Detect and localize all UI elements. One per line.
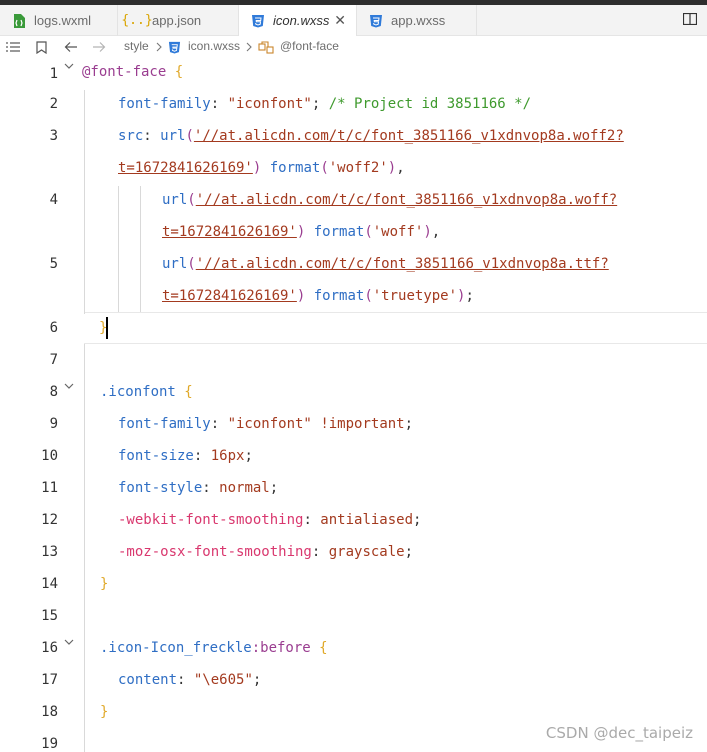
code-line-1: @font-face {	[82, 64, 184, 80]
editor-tab-bar: logs.wxml {..} app.json icon.wxss ✕ app.…	[0, 0, 707, 36]
tab-label: logs.wxml	[34, 13, 92, 28]
css-file-icon	[168, 40, 181, 54]
code-line-14: }	[100, 576, 109, 592]
text-cursor	[106, 317, 108, 339]
file-wxml-icon	[10, 12, 28, 30]
code-editor[interactable]: 1 2 3 4 5 6 7 8 9 10 11 12 13 14 15 16 1…	[0, 58, 707, 752]
split-editor-icon[interactable]	[682, 12, 698, 26]
indent-guide	[140, 186, 141, 312]
chevron-right-icon	[156, 40, 162, 54]
back-arrow-icon[interactable]	[64, 40, 78, 54]
line-number: 5	[49, 256, 58, 272]
chevron-down-icon[interactable]	[64, 636, 74, 646]
line-number: 14	[41, 576, 58, 592]
watermark: CSDN @dec_taipeiz	[545, 724, 693, 742]
line-number: 12	[41, 512, 58, 528]
tab-app-json[interactable]: {..} app.json	[118, 5, 239, 36]
line-number: 15	[41, 608, 58, 624]
indent-guide	[84, 90, 85, 314]
line-number: 8	[49, 384, 58, 400]
code-line-10: font-size: 16px;	[118, 448, 253, 464]
line-number: 11	[41, 480, 58, 496]
indent-guide	[84, 344, 85, 752]
breadcrumb-style[interactable]: style	[124, 39, 149, 53]
line-number: 16	[41, 640, 58, 656]
code-line-8: .iconfont {	[100, 384, 193, 400]
current-line-highlight	[84, 312, 707, 344]
breadcrumb-file[interactable]: icon.wxss	[188, 39, 240, 53]
line-number: 3	[49, 128, 58, 144]
code-line-12: -webkit-font-smoothing: antialiased;	[118, 512, 422, 528]
indent-guide	[118, 186, 119, 312]
line-number: 17	[41, 672, 58, 688]
close-icon[interactable]: ✕	[334, 13, 346, 27]
line-number: 6	[49, 320, 58, 336]
code-line-11: font-style: normal;	[118, 480, 279, 496]
chevron-down-icon[interactable]	[64, 380, 74, 390]
line-number: 7	[49, 352, 58, 368]
line-number: 4	[49, 192, 58, 208]
css-file-icon	[367, 12, 385, 30]
tab-label: icon.wxss	[273, 13, 330, 28]
line-number: 18	[41, 704, 58, 720]
breadcrumb: style icon.wxss @font-face	[0, 36, 707, 58]
line-number: 19	[41, 736, 58, 752]
line-number: 10	[41, 448, 58, 464]
breadcrumb-symbol[interactable]: @font-face	[280, 39, 339, 53]
bookmark-icon[interactable]	[36, 40, 47, 54]
line-number: 13	[41, 544, 58, 560]
line-number: 9	[49, 416, 58, 432]
tab-logs-wxml[interactable]: logs.wxml	[0, 5, 118, 36]
symbol-brackets-icon	[258, 40, 274, 54]
code-line-4: url('//at.alicdn.com/t/c/font_3851166_v1…	[162, 192, 618, 208]
code-line-3-wrap: t=1672841626169') format('woff2'),	[118, 160, 405, 176]
list-icon[interactable]	[6, 40, 20, 54]
tab-label: app.wxss	[391, 13, 446, 28]
chevron-right-icon	[246, 40, 252, 54]
code-line-2: font-family: "iconfont"; /* Project id 3…	[118, 96, 532, 112]
code-line-5-wrap: t=1672841626169') format('truetype');	[162, 288, 474, 304]
code-line-13: -moz-osx-font-smoothing: grayscale;	[118, 544, 414, 560]
code-line-4-wrap: t=1672841626169') format('woff'),	[162, 224, 441, 240]
code-line-3: src: url('//at.alicdn.com/t/c/font_38511…	[118, 128, 624, 144]
code-line-9: font-family: "iconfont" !important;	[118, 416, 414, 432]
json-braces-icon: {..}	[121, 13, 153, 28]
tab-label: app.json	[152, 13, 202, 28]
code-line-17: content: "\e605";	[118, 672, 262, 688]
line-number: 1	[49, 66, 58, 82]
code-line-5: url('//at.alicdn.com/t/c/font_3851166_v1…	[162, 256, 609, 272]
forward-arrow-icon[interactable]	[92, 40, 106, 54]
tab-app-wxss[interactable]: app.wxss	[357, 5, 477, 36]
css-file-icon	[249, 12, 267, 30]
code-line-16: .icon-Icon_freckle:before {	[100, 640, 328, 656]
tab-icon-wxss[interactable]: icon.wxss ✕	[239, 5, 357, 36]
code-line-18: }	[100, 704, 109, 720]
chevron-down-icon[interactable]	[64, 60, 74, 70]
line-number: 2	[49, 96, 58, 112]
